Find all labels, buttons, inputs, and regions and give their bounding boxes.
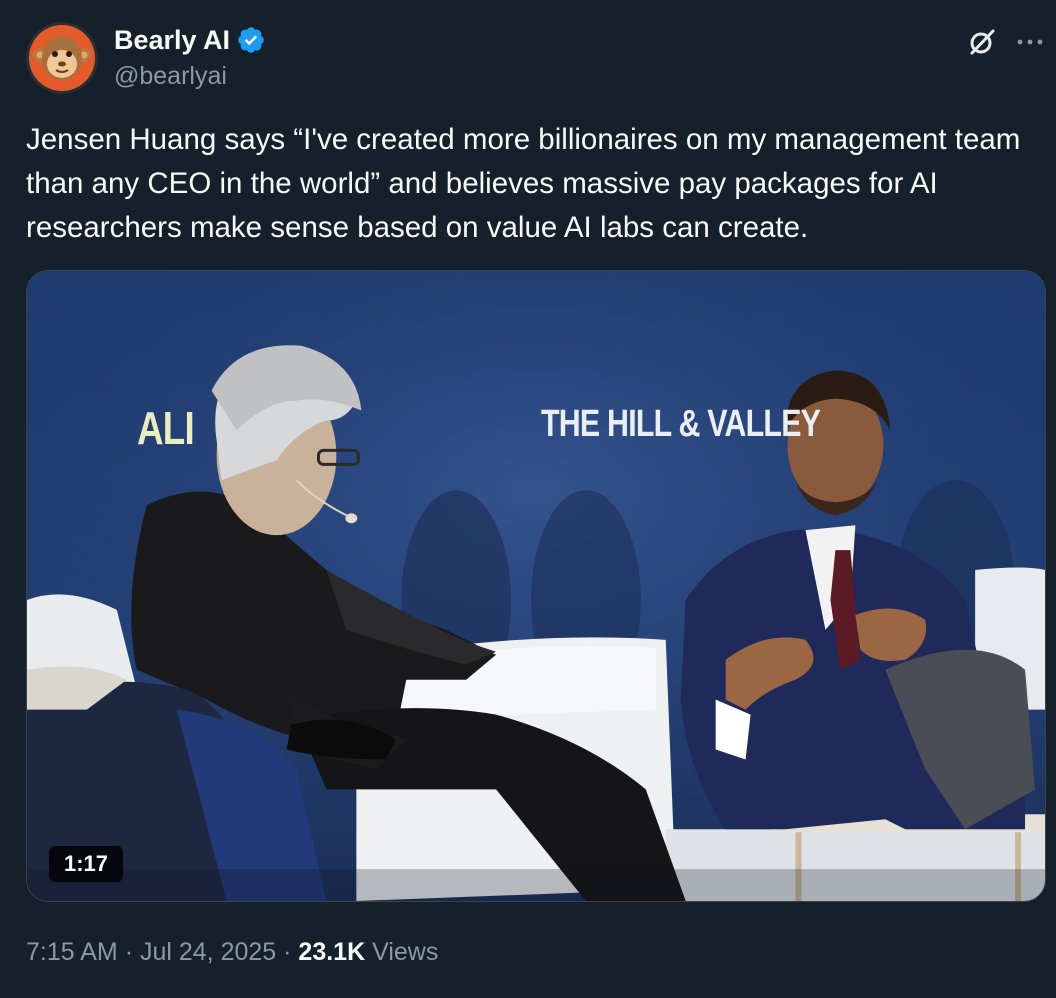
video-duration-badge: 1:17 [49,846,124,882]
tweet-meta: 7:15 AM · Jul 24, 2025 · 23.1K Views [26,934,438,970]
verified-badge-icon [238,27,264,53]
avatar[interactable] [26,22,98,94]
video-player[interactable]: ALI THE HILL & VALLEY 1:17 [26,270,1046,902]
more-dots-icon[interactable] [1014,26,1046,58]
author-name-row[interactable]: Bearly AI [114,22,266,58]
author-handle[interactable]: @bearlyai [114,60,227,92]
monkey-face-icon [26,22,98,94]
meta-separator: · [283,938,292,966]
views-label: Views [372,938,439,966]
tweet-date[interactable]: Jul 24, 2025 [140,938,276,966]
backdrop-text-left: ALI [137,402,195,454]
video-frame [27,271,1045,901]
tweet-text: Jensen Huang says “I've created more bil… [26,123,1021,244]
tweet-time[interactable]: 7:15 AM [26,938,118,966]
meta-separator: · [124,938,134,966]
views-count[interactable]: 23.1K [298,938,365,966]
author-name[interactable]: Bearly AI [114,22,230,58]
backdrop-text-right: THE HILL & VALLEY [541,403,821,445]
tweet-card: Bearly AI @bearlyai Jensen Huang says “I… [0,0,1056,998]
grok-slash-circle-icon[interactable] [966,26,998,58]
